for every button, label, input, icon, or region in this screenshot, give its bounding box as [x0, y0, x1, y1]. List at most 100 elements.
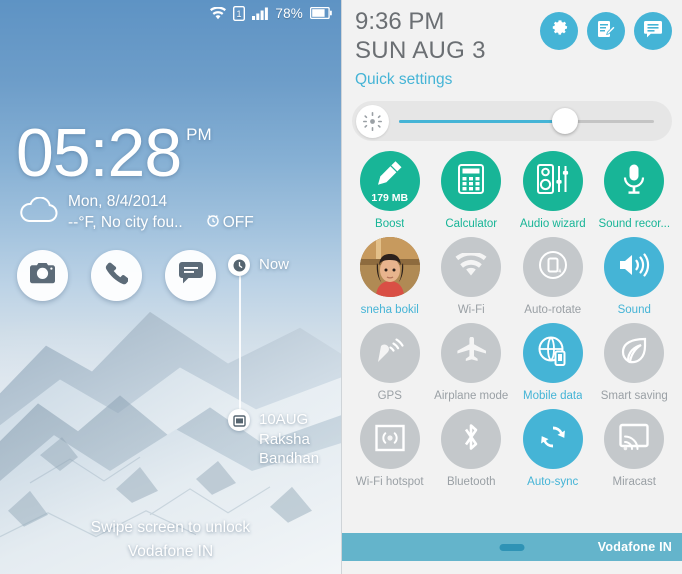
quick-settings-header: 9:36 PM SUN AUG 3 Quick settings — [342, 0, 682, 93]
tile-toggle[interactable] — [441, 151, 502, 211]
settings-button[interactable] — [540, 12, 578, 50]
mobile-data-icon — [538, 336, 568, 371]
tile-toggle[interactable] — [359, 409, 420, 469]
airplane-icon — [455, 336, 487, 370]
brightness-track-fill — [399, 119, 565, 123]
svg-text:1: 1 — [237, 9, 242, 19]
qs-time: 9:36 PM — [355, 8, 445, 35]
timeline-connector — [239, 276, 241, 424]
qs-tile-sneha-bokil[interactable]: sneha bokil — [349, 234, 431, 316]
drag-handle[interactable] — [499, 543, 525, 551]
qs-tile-miracast[interactable]: Miracast — [594, 406, 676, 488]
tile-label: Audio wizard — [519, 218, 586, 230]
screenshot-root: 1 78% 05:28 PM Mon, 8/4/2014 --°F, No ci… — [0, 0, 682, 574]
tile-toggle[interactable] — [522, 151, 583, 211]
tile-toggle[interactable] — [604, 237, 665, 297]
list-icon — [643, 19, 663, 44]
audio-wizard-icon — [536, 163, 569, 199]
qs-tile-auto-rotate[interactable]: Auto-rotate — [512, 234, 594, 316]
tile-toggle[interactable] — [441, 237, 502, 297]
qs-tile-boost[interactable]: 179 MB Boost — [349, 148, 431, 230]
camera-shortcut[interactable] — [17, 250, 68, 301]
tile-toggle[interactable] — [604, 409, 665, 469]
phone-shortcut[interactable] — [91, 250, 142, 301]
wifi-icon — [210, 6, 227, 20]
lock-weather: --°F, No city fou.. — [68, 214, 183, 231]
lock-carrier-label: Vodafone IN — [127, 543, 214, 560]
tile-toggle[interactable] — [441, 409, 502, 469]
qs-tile-mobile-data[interactable]: Mobile data — [512, 320, 594, 402]
qs-tile-wi-fi-hotspot[interactable]: Wi-Fi hotspot — [349, 406, 431, 488]
tile-toggle[interactable] — [441, 323, 502, 383]
tile-toggle[interactable] — [359, 323, 420, 383]
tile-label: Bluetooth — [446, 476, 496, 488]
qs-tile-calculator[interactable]: Calculator — [431, 148, 513, 230]
unlock-area[interactable]: Swipe screen to unlock Vodafone IN — [0, 516, 341, 564]
qs-tile-sound-recor[interactable]: Sound recor... — [594, 148, 676, 230]
qs-tile-gps[interactable]: GPS — [349, 320, 431, 402]
timeline-event-title-line2: Bandhan — [259, 450, 320, 467]
tile-label: Sound recor... — [598, 218, 671, 230]
qs-tile-auto-sync[interactable]: Auto-sync — [512, 406, 594, 488]
qs-tile-wi-fi[interactable]: Wi-Fi — [431, 234, 513, 316]
timeline-event-title-line1: Raksha — [259, 431, 310, 448]
tile-label: Sound — [617, 304, 651, 316]
gear-icon — [549, 19, 569, 44]
qs-date: SUN AUG 3 — [355, 37, 486, 64]
qs-tile-sound[interactable]: Sound — [594, 234, 676, 316]
quick-settings-panel: 9:36 PM SUN AUG 3 Quick settings 179 MB … — [341, 0, 682, 574]
calculator-icon — [458, 163, 485, 199]
tile-label: Wi-Fi — [457, 304, 485, 316]
timeline-item-now[interactable]: Now — [228, 254, 337, 276]
tile-badge: 179 MB — [371, 192, 409, 204]
tile-label: Miracast — [612, 476, 656, 488]
miracast-icon — [619, 423, 649, 456]
quick-settings-footer[interactable]: Vodafone IN — [342, 533, 682, 561]
qs-subtitle: Quick settings — [355, 71, 453, 88]
alarm-status[interactable]: OFF — [206, 212, 254, 233]
sim1-icon: 1 — [233, 5, 246, 21]
alarm-status-label: OFF — [222, 214, 254, 231]
messaging-shortcut[interactable] — [165, 250, 216, 301]
tile-toggle[interactable] — [604, 323, 665, 383]
brightness-slider[interactable] — [352, 101, 672, 141]
tile-toggle[interactable] — [522, 409, 583, 469]
qs-tile-audio-wizard[interactable]: Audio wizard — [512, 148, 594, 230]
lock-ampm: PM — [186, 125, 212, 144]
lock-clock-widget[interactable]: 05:28 PM Mon, 8/4/2014 --°F, No city fou.… — [16, 118, 331, 233]
tile-label: Smart saving — [600, 390, 668, 402]
lock-time: 05:28 — [16, 115, 182, 191]
qs-tile-airplane-mode[interactable]: Airplane mode — [431, 320, 513, 402]
speaker-icon — [618, 252, 650, 283]
tile-label: Auto-rotate — [524, 304, 582, 316]
timeline-item-event[interactable]: 10AUG Raksha Bandhan — [228, 409, 337, 468]
brightness-track[interactable] — [399, 108, 654, 134]
hotspot-icon — [375, 422, 405, 457]
battery-percent-label: 78% — [275, 5, 303, 21]
tile-toggle[interactable] — [522, 237, 583, 297]
qs-tile-bluetooth[interactable]: Bluetooth — [431, 406, 513, 488]
tile-label: Boost — [375, 218, 405, 230]
auto-rotate-icon — [538, 250, 568, 285]
lock-status-bar: 1 78% — [0, 0, 341, 26]
tile-toggle[interactable] — [604, 151, 665, 211]
message-icon — [178, 262, 203, 289]
sync-icon — [538, 422, 568, 457]
edit-quick-settings-button[interactable] — [587, 12, 625, 50]
bluetooth-icon — [460, 422, 482, 457]
lock-shortcuts — [17, 250, 216, 301]
cloud-icon — [18, 196, 60, 228]
lock-timeline: Now 10AUG Raksha Bandhan — [228, 254, 337, 468]
lock-screen[interactable]: 1 78% 05:28 PM Mon, 8/4/2014 --°F, No ci… — [0, 0, 341, 574]
notifications-button[interactable] — [634, 12, 672, 50]
leaf-icon — [619, 337, 649, 370]
tile-label: Calculator — [445, 218, 498, 230]
brightness-thumb[interactable] — [551, 108, 578, 134]
battery-icon — [310, 7, 332, 19]
tile-toggle[interactable] — [522, 323, 583, 383]
tile-label: Wi-Fi hotspot — [355, 476, 424, 488]
calendar-icon — [228, 409, 250, 431]
qs-tile-smart-saving[interactable]: Smart saving — [594, 320, 676, 402]
broom-icon — [375, 158, 405, 193]
tile-toggle[interactable]: 179 MB — [359, 151, 420, 211]
